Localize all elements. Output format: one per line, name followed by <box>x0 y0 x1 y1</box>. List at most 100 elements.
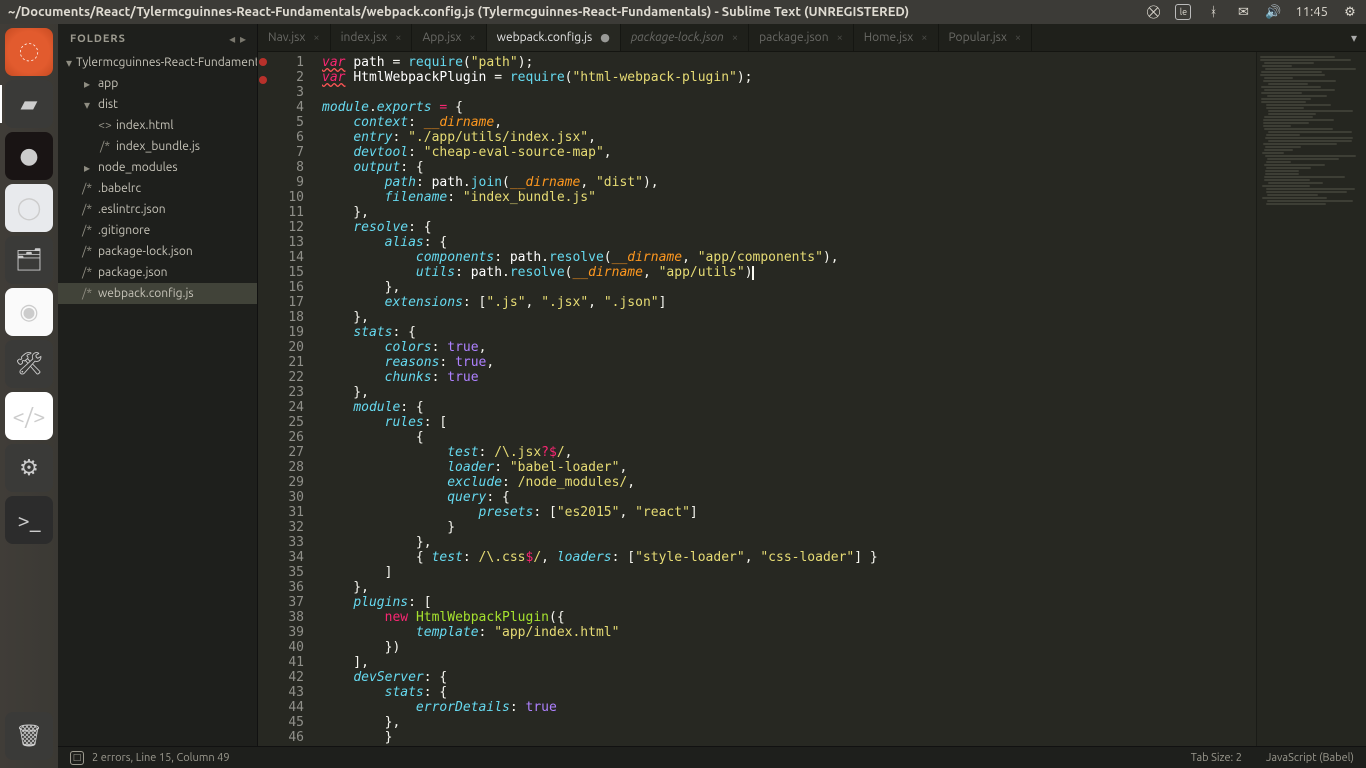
tab[interactable]: Home.jsx <box>854 24 939 51</box>
folder-icon: ▾ <box>66 56 72 70</box>
tree-item-label: index_bundle.js <box>116 140 200 153</box>
tree-item-label: dist <box>98 98 118 111</box>
tab-label: Home.jsx <box>864 31 914 44</box>
file-icon: <> <box>98 119 112 132</box>
tree-item[interactable]: /*.eslintrc.json <box>58 199 257 220</box>
tree-item-label: index.html <box>116 119 174 132</box>
tab-close-icon[interactable] <box>395 32 401 44</box>
tab[interactable]: package-lock.json <box>621 24 749 51</box>
folder-tree: ▾ Tylermcguinnes-React-Fundamentals ▸app ▾ d… <box>58 50 257 306</box>
launcher-system[interactable]: ⚙ <box>5 444 53 492</box>
launcher-code-editor[interactable]: </> <box>5 392 53 440</box>
tree-item[interactable]: <> index.html <box>58 115 257 136</box>
tab-label: App.jsx <box>422 31 461 44</box>
editor-main: Nav.jsx index.jsx App.jsx webpack.config.js… <box>258 24 1366 746</box>
launcher-spotify[interactable]: ● <box>5 132 53 180</box>
status-syntax[interactable]: JavaScript (Babel) <box>1266 752 1354 764</box>
status-bar: □ 2 errors, Line 15, Column 49 Tab Size:… <box>58 746 1366 768</box>
tree-item[interactable]: /* webpack.config.js <box>58 283 257 304</box>
tab[interactable]: App.jsx <box>412 24 486 51</box>
tab-close-icon[interactable] <box>469 32 475 44</box>
tab-close-icon[interactable] <box>921 32 927 44</box>
tree-item[interactable]: /* .gitignore <box>58 220 257 241</box>
status-tabsize[interactable]: Tab Size: 2 <box>1191 752 1242 764</box>
tree-item-label: .eslintrc.json <box>98 203 166 216</box>
code-content[interactable]: var path = require("path");var HtmlWebpa… <box>316 52 1256 746</box>
file-icon: /* <box>80 266 94 279</box>
tab-label: package.json <box>759 31 828 44</box>
tree-item[interactable]: ▾ Tylermcguinnes-React-Fundamentals <box>58 52 257 73</box>
clock[interactable]: 11:45 <box>1295 5 1328 19</box>
gutter-error-marks <box>258 52 268 746</box>
tree-item[interactable]: ▸app <box>58 73 257 94</box>
language-indicator[interactable]: le <box>1175 4 1191 20</box>
bluetooth-icon[interactable]: ᚼ <box>1205 4 1221 20</box>
folder-icon: ▾ <box>80 98 94 112</box>
tab-close-icon[interactable] <box>1015 32 1021 44</box>
tree-item[interactable]: /*package.json <box>58 262 257 283</box>
sublime-editor: FOLDERS ◂ ▸ ▾ Tylermcguinnes-React-Fundam… <box>58 24 1366 768</box>
text-cursor <box>752 266 754 280</box>
tree-item-label: node_modules <box>98 161 178 174</box>
launcher-settings[interactable]: 🛠 <box>5 340 53 388</box>
tab[interactable]: webpack.config.js <box>487 24 621 51</box>
file-icon: /* <box>80 224 94 237</box>
window-title: ~/Documents/React/Tylermcguinnes-React-F… <box>8 5 1145 19</box>
tab-overflow-icon[interactable]: ▾ <box>1342 24 1366 51</box>
tab-close-icon[interactable] <box>313 32 319 44</box>
launcher-files[interactable]: 🗂 <box>5 236 53 284</box>
file-icon: /* <box>80 245 94 258</box>
launcher-chrome[interactable]: ◉ <box>5 288 53 336</box>
tree-item-label: .babelrc <box>98 182 141 195</box>
tab[interactable]: Nav.jsx <box>258 24 331 51</box>
launcher-terminal[interactable]: >_ <box>5 496 53 544</box>
minimap[interactable] <box>1256 52 1366 746</box>
folder-icon: ▸ <box>80 161 94 175</box>
launcher-chromium[interactable]: ◯ <box>5 184 53 232</box>
tab-label: index.jsx <box>341 31 388 44</box>
tab[interactable]: package.json <box>749 24 854 51</box>
tab-close-icon[interactable] <box>837 32 843 44</box>
system-tray: ⛒ le ᚼ ✉ 🔊 11:45 ⚙ <box>1145 4 1358 20</box>
tree-item[interactable]: ▸ node_modules <box>58 157 257 178</box>
tab-label: Popular.jsx <box>949 31 1007 44</box>
gutter-line-numbers: 1234567891011121314151617181920212223242… <box>268 52 316 746</box>
tree-item-label: Tylermcguinnes-React-Fundamentals <box>76 56 257 69</box>
tab[interactable]: Popular.jsx <box>939 24 1033 51</box>
tree-item[interactable]: /* index_bundle.js <box>58 136 257 157</box>
unity-launcher: ◌▰●◯🗂◉🛠</>⚙>_ 🗑 <box>0 24 58 768</box>
file-icon: /* <box>98 140 112 153</box>
launcher-sublime-text[interactable]: ▰ <box>5 80 53 128</box>
mail-icon[interactable]: ✉ <box>1235 4 1251 20</box>
tab-label: webpack.config.js <box>497 31 593 44</box>
sidebar-header-label: FOLDERS <box>70 33 126 45</box>
tab-bar: Nav.jsx index.jsx App.jsx webpack.config.js… <box>258 24 1366 52</box>
launcher-ubuntu-dash[interactable]: ◌ <box>5 28 53 76</box>
sidebar: FOLDERS ◂ ▸ ▾ Tylermcguinnes-React-Fundam… <box>58 24 258 746</box>
error-dot-icon <box>259 76 267 84</box>
sidebar-nav-arrows[interactable]: ◂ ▸ <box>229 32 247 46</box>
launcher-trash[interactable]: 🗑 <box>5 712 53 760</box>
sidebar-header: FOLDERS ◂ ▸ <box>58 24 257 50</box>
tab-close-icon[interactable] <box>732 32 738 44</box>
folder-icon: ▸ <box>80 77 94 91</box>
file-icon: /* <box>80 182 94 195</box>
volume-icon[interactable]: 🔊 <box>1265 4 1281 20</box>
tree-item[interactable]: /* .babelrc <box>58 178 257 199</box>
tree-item[interactable]: ▾ dist <box>58 94 257 115</box>
error-dot-icon <box>259 58 267 66</box>
status-cursor-info: 2 errors, Line 15, Column 49 <box>92 752 230 764</box>
tree-item-label: package-lock.json <box>98 245 193 258</box>
power-icon[interactable]: ⚙ <box>1342 4 1358 20</box>
tab-label: package-lock.json <box>631 31 724 44</box>
network-icon[interactable]: ⛒ <box>1145 4 1161 20</box>
tree-item-label: .gitignore <box>98 224 150 237</box>
code-area[interactable]: 1234567891011121314151617181920212223242… <box>258 52 1366 746</box>
tab-label: Nav.jsx <box>268 31 305 44</box>
tab[interactable]: index.jsx <box>331 24 413 51</box>
file-icon: /* <box>80 287 94 300</box>
error-indicator-icon[interactable]: □ <box>70 751 84 765</box>
tab-close-icon[interactable] <box>600 31 610 44</box>
tree-item[interactable]: /* package-lock.json <box>58 241 257 262</box>
tree-item-label: webpack.config.js <box>98 287 194 300</box>
